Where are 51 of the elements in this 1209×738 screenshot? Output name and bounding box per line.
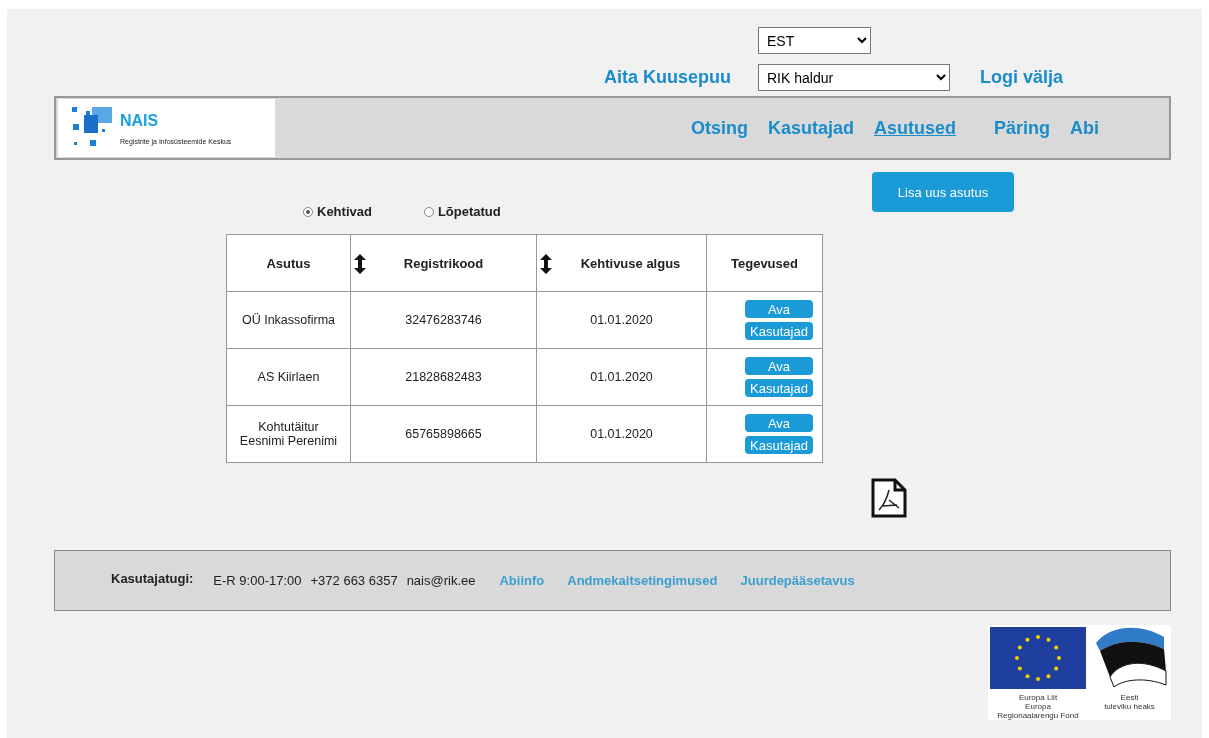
pdf-icon[interactable]	[871, 478, 907, 518]
table-cell: 01.01.2020	[536, 348, 707, 406]
table-cell: OÜ Inkassofirma	[226, 291, 351, 349]
radio-button[interactable]	[303, 206, 313, 217]
users-button[interactable]: Kasutajad	[745, 436, 813, 454]
support-info: E-R 9:00-17:00	[213, 573, 302, 588]
table-cell: 01.01.2020	[536, 405, 707, 463]
funding-caption: tuleviku heaks	[1104, 702, 1155, 711]
open-button[interactable]: Ava	[745, 414, 813, 432]
flag-icon	[990, 627, 1086, 689]
footer-link[interactable]: Andmekaitsetingimused	[567, 573, 718, 588]
nav-link[interactable]: Kasutajad	[767, 117, 854, 139]
column-title: Kehtivuse algus	[580, 255, 681, 271]
radio-button[interactable]	[423, 206, 434, 217]
support-info: nais@rik.ee	[406, 573, 476, 588]
user-name-link[interactable]: Aita Kuusepuu	[604, 67, 731, 88]
table-cell: 65765898665	[350, 405, 537, 463]
nav-link[interactable]: Päring	[994, 117, 1050, 139]
open-button[interactable]: Ava	[745, 300, 813, 318]
sort-icon[interactable]	[353, 254, 367, 274]
column-title: Asutus	[266, 255, 311, 271]
nav-link[interactable]: Abi	[1070, 117, 1099, 139]
role-select[interactable]: RIK haldur	[758, 64, 950, 91]
nav-link[interactable]: Asutused	[873, 117, 956, 139]
add-button[interactable]: Lisa uus asutus	[872, 172, 1014, 212]
users-button[interactable]: Kasutajad	[745, 379, 813, 397]
footer-link[interactable]: Juurdepääsetavus	[740, 573, 855, 588]
table-cell: 01.01.2020	[536, 291, 707, 349]
table-cell: 21828682483	[350, 348, 537, 406]
footer-link[interactable]: Abiinfo	[499, 573, 545, 588]
radio-label: Kehtivad	[317, 204, 372, 219]
logo-icon	[72, 107, 114, 149]
funding-caption: Eesti	[1120, 693, 1139, 702]
language-select[interactable]: EST	[758, 27, 871, 54]
support-label: Kasutajatugi:	[111, 571, 194, 586]
open-button[interactable]: Ava	[745, 357, 813, 375]
logo-title: NAIS	[120, 111, 160, 130]
support-info: +372 663 6357	[310, 573, 398, 588]
funding-caption: Regionaalarengu Fond	[997, 711, 1079, 720]
logout-link[interactable]: Logi välja	[980, 67, 1064, 88]
table-cell: AS Kiirlaen	[226, 348, 351, 406]
column-title: Tegevused	[731, 255, 798, 271]
sort-icon[interactable]	[539, 254, 553, 274]
table-cell: Kohtutäitur Eesnimi Perenimi	[226, 405, 351, 463]
users-button[interactable]: Kasutajad	[745, 322, 813, 340]
funding-caption: Europa	[1025, 702, 1051, 711]
table-cell: 32476283746	[350, 291, 537, 349]
column-title: Registrikood	[403, 255, 484, 271]
nav-link[interactable]: Otsing	[690, 117, 748, 139]
radio-label: Lõpetatud	[437, 204, 501, 219]
funding-caption: Europa Liit	[1018, 693, 1058, 702]
